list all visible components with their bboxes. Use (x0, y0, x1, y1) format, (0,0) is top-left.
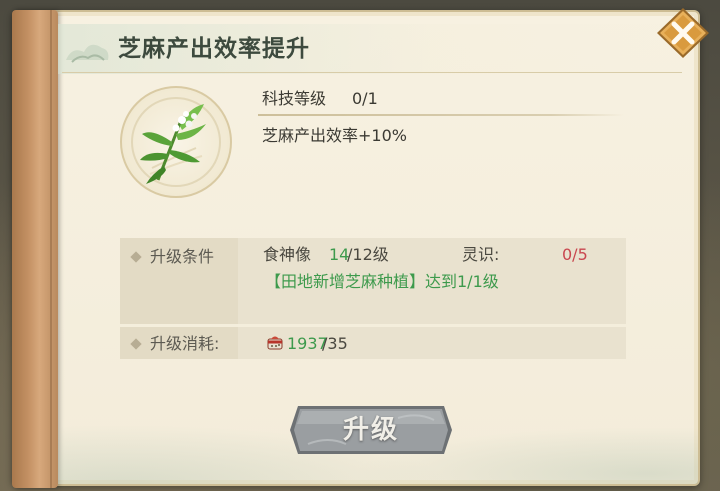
info-divider (258, 114, 624, 116)
req-field-sesame: 【田地新增芝麻种植】达到1/1级 (265, 272, 499, 291)
cost-required: /35 (322, 334, 348, 353)
conditions-header: 升级条件 (150, 247, 215, 266)
req-shrine-required: /12级 (347, 245, 389, 264)
tech-level-value: 0/1 (352, 89, 378, 108)
req-insight-label: 灵识: (462, 245, 500, 264)
sesame-resource-icon (267, 336, 283, 350)
req-insight-value: 0/5 (562, 245, 588, 264)
scroll-roller (12, 10, 58, 488)
tech-icon-frame (120, 86, 232, 198)
title-divider (62, 72, 682, 73)
close-button[interactable] (654, 6, 712, 60)
cost-header: 升级消耗: (150, 334, 220, 353)
close-icon (657, 8, 709, 58)
upgrade-button[interactable] (288, 404, 454, 456)
cloud-ornament-icon (66, 44, 109, 63)
dialog-title: 芝麻产出效率提升 (118, 35, 310, 62)
tech-effect-text: 芝麻产出效率+10% (262, 126, 407, 145)
req-shrine-label: 食神像 (263, 245, 312, 264)
tech-level-label: 科技等级 (262, 89, 327, 108)
sesame-plant-icon (131, 97, 221, 187)
